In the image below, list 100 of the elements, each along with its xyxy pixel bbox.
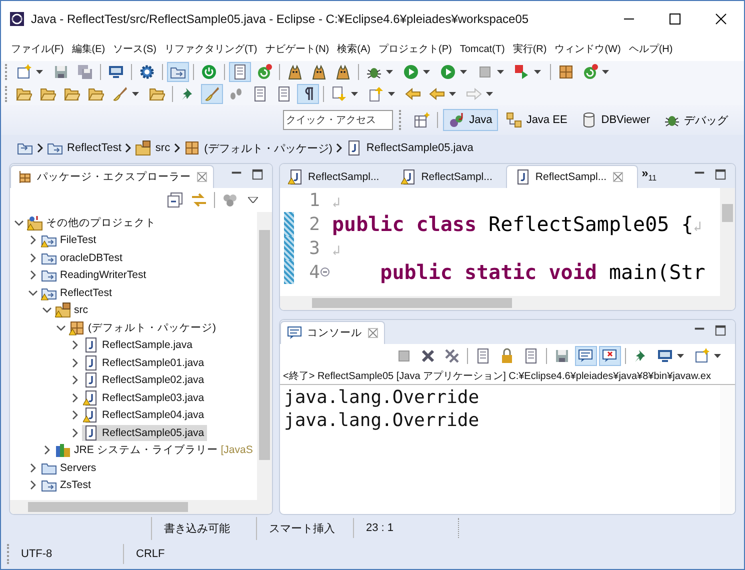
caret-icon [486,92,493,96]
tree-item[interactable]: ZsTest [40,477,94,494]
document-icon [276,86,292,102]
editor-tab[interactable]: ReflectSampl... [280,166,394,188]
chevron-down-icon[interactable] [56,322,66,333]
pilcrow-button[interactable] [297,84,319,104]
chevron-right-icon[interactable] [28,462,38,473]
tree-item[interactable]: (デフォルト・パッケージ) [68,320,219,336]
brush-icon [204,86,220,102]
perspective-button[interactable]: Java [443,109,498,131]
package-icon [17,169,33,185]
menu-item[interactable]: Tomcat(T) [456,44,509,54]
chevron-right-icon[interactable] [70,392,80,403]
document-button[interactable] [229,62,251,82]
editor-tab[interactable]: ReflectSampl... [393,166,506,188]
breadcrumb-item[interactable]: ReflectSample05.java [346,140,474,156]
console-button[interactable] [575,346,597,366]
chevron-right-icon[interactable] [28,270,38,280]
tree-label: ReflectTest [60,286,112,299]
cat-icon [287,64,303,80]
menu-item[interactable]: リファクタリング(T) [160,42,262,56]
maximize-icon[interactable] [251,168,264,180]
chevron-right-icon[interactable] [28,235,38,246]
tree-item[interactable]: ReflectSample05.java [82,424,208,441]
menu-item[interactable]: ウィンドウ(W) [550,42,625,56]
menu-item[interactable]: 編集(E) [68,42,110,56]
tree-item[interactable]: ReflectSample02.java [82,372,208,388]
view-title: コンソール [307,326,362,340]
floppy-disks-icon [77,64,93,80]
tree-item[interactable]: ReflectSample03.java [82,390,208,406]
breadcrumb-item[interactable]: src [135,140,170,156]
chevron-right-icon[interactable] [28,252,38,263]
folder-arrow-button[interactable] [167,62,189,82]
perspective-button[interactable]: Java EE [500,109,574,131]
close-icon[interactable] [197,172,207,182]
breadcrumb-item[interactable]: ReflectTest [47,140,122,156]
tree-label: ReflectSample04.java [102,409,204,422]
brush-button[interactable] [201,84,223,104]
chevron-right-icon[interactable] [70,358,80,368]
quick-access-field[interactable]: クイック・アクセス [283,110,394,130]
new-file-icon [16,64,32,80]
chevron-right-icon[interactable] [42,445,52,456]
open-perspective-icon [414,112,430,128]
tree-item[interactable]: ReadingWriterTest [40,267,150,284]
triangle-down-icon [248,197,258,203]
horizontal-scrollbar[interactable] [280,296,735,310]
perspective-button[interactable]: デバッグ [658,109,734,131]
vertical-scrollbar[interactable] [257,212,272,500]
fold-icon[interactable] [320,267,330,277]
menu-item[interactable]: 実行(R) [508,42,551,56]
power-icon [201,64,217,80]
menu-item[interactable]: ファイル(F) [7,42,68,56]
chevron-down-icon[interactable] [14,218,24,228]
tree-item[interactable]: FileTest [40,232,100,248]
line-number: 2 [308,214,320,234]
tree-item[interactable]: ReflectTest [40,284,115,301]
caret-icon [423,70,430,74]
chevron-right-icon[interactable] [70,410,80,420]
balls-icon [222,192,238,208]
breadcrumb-item[interactable]: (デフォルト・パッケージ) [184,140,332,156]
chevron-down-icon[interactable] [28,288,38,298]
console-error-button[interactable] [599,346,621,366]
menu-item[interactable]: ソース(S) [109,42,160,56]
view-tab[interactable]: パッケージ・エクスプローラー [10,165,214,188]
tree-label: (デフォルト・パッケージ) [88,320,216,335]
menu-item[interactable]: プロジェクト(P) [374,42,456,56]
tree-item[interactable]: ReflectSample.java [82,337,196,354]
document-icon [232,64,248,80]
tree-item[interactable]: ReflectSample04.java [82,407,208,424]
vertical-scrollbar[interactable] [720,188,735,296]
menu-item[interactable]: 検索(A) [333,42,374,56]
chevron-right-icon[interactable] [70,375,80,386]
chevron-right-icon[interactable] [70,340,80,350]
close-icon[interactable] [612,172,623,182]
chevron-right-icon[interactable] [70,428,80,438]
horizontal-scrollbar[interactable] [10,500,272,514]
maximize-icon[interactable] [714,168,727,180]
view-title: パッケージ・エクスプローラー [37,170,191,184]
perspective-button[interactable]: DBViewer [575,109,656,131]
tree-label: ReflectSample05.java [102,426,204,439]
tab-overflow-button[interactable]: »$_{11}$ [638,166,665,186]
tree-item[interactable]: その他のプロジェクト [26,214,159,231]
maximize-icon[interactable] [714,324,727,336]
arrow-down-icon [331,86,347,102]
status-field: スマート挿入 [256,516,353,540]
tree-item[interactable]: ReflectSample01.java [82,354,208,371]
tree-item[interactable]: oracleDBTest [40,250,126,266]
vertical-scrollbar[interactable] [720,385,735,514]
java-file-icon [346,140,362,156]
menu-item[interactable]: ナビゲート(N) [261,42,334,56]
caret-icon [449,92,456,96]
tree-item[interactable]: src [54,302,91,318]
menu-item[interactable]: ヘルプ(H) [624,42,677,56]
tree-item[interactable]: JRE システム・ライブラリー [JavaS [54,442,256,458]
tree-item[interactable]: Servers [40,460,100,476]
chevron-right-icon[interactable] [28,480,38,490]
view-tab[interactable]: コンソール [280,321,385,344]
editor-tab[interactable]: ReflectSampl... [506,165,638,188]
chevron-down-icon[interactable] [42,305,52,316]
close-icon[interactable] [368,328,378,338]
